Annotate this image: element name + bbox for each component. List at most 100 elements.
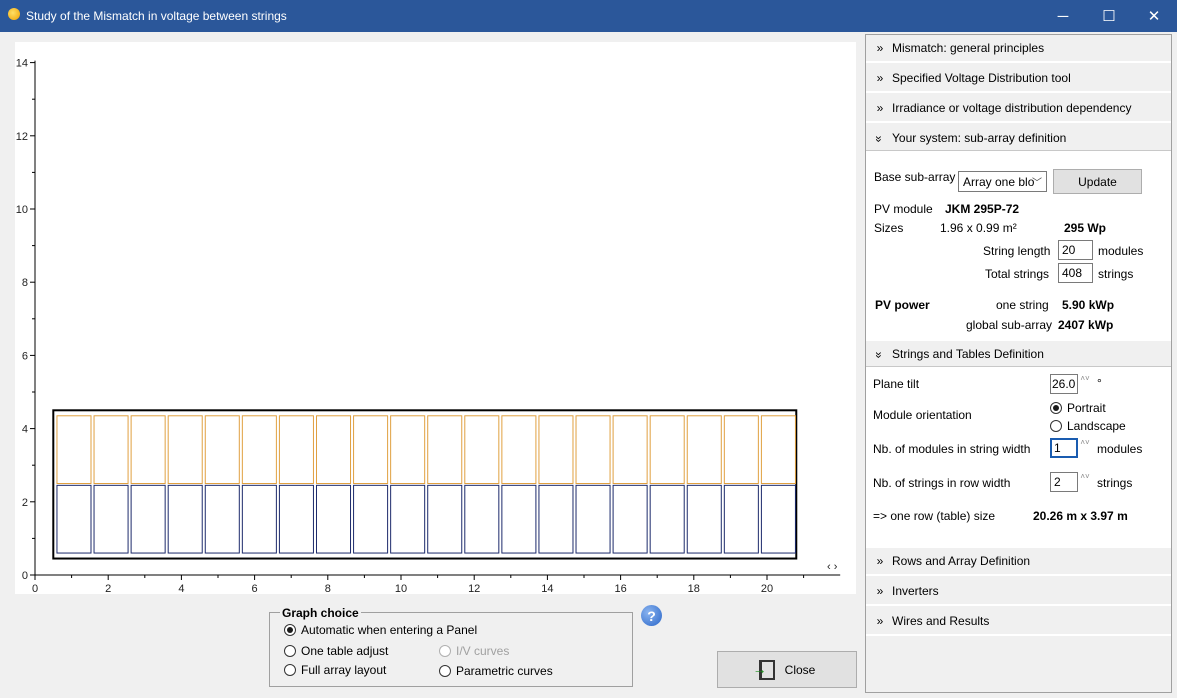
x-tick-label: 10 (395, 583, 407, 594)
section-irradiance[interactable]: » Irradiance or voltage distribution dep… (866, 95, 1171, 123)
one-string-label: one string (996, 298, 1049, 312)
row-size-label: => one row (table) size (873, 509, 996, 523)
maximize-button[interactable]: ☐ (1086, 0, 1132, 32)
x-tick-label: 16 (614, 583, 626, 594)
pv-module-row-1 (204, 484, 240, 554)
pv-module-row-1 (353, 484, 389, 554)
x-tick-label: 6 (252, 583, 258, 594)
chevron-down-icon: » (872, 135, 886, 141)
close-window-button[interactable]: ✕ (1131, 0, 1177, 32)
section-your-system[interactable]: » Your system: sub-array definition (866, 125, 1171, 153)
strings-row-stepper[interactable]: ˄˅ (1080, 472, 1090, 492)
radio-dot[interactable] (284, 664, 296, 676)
radio-dot[interactable] (1050, 402, 1062, 414)
pv-module-row-1 (575, 484, 611, 554)
pv-module-row-1 (167, 484, 203, 554)
radio-dot[interactable] (284, 624, 296, 636)
radio-landscape[interactable]: Landscape (1050, 419, 1126, 433)
update-button[interactable]: Update (1053, 169, 1142, 194)
chevron-right-icon: » (876, 101, 884, 115)
your-system-panel: Base sub-array Array one blo ﹀ Update PV… (866, 150, 1171, 341)
radio-label: Full array layout (301, 663, 387, 677)
title-bar: Study of the Mismatch in voltage between… (0, 0, 1177, 32)
pv-module-row-2 (612, 415, 648, 485)
radio-dot[interactable] (1050, 420, 1062, 432)
y-tick-label: 14 (16, 58, 28, 70)
plane-tilt-field[interactable]: 26.0 (1050, 374, 1078, 394)
radio-label: One table adjust (301, 644, 389, 658)
section-voltage-tool[interactable]: » Specified Voltage Distribution tool (866, 65, 1171, 93)
section-rows-array[interactable]: » Rows and Array Definition (866, 548, 1171, 576)
chevron-right-icon: » (876, 584, 884, 598)
pv-module-row-1 (612, 484, 648, 554)
close-button[interactable]: Close (717, 651, 857, 688)
total-strings-label: Total strings (985, 267, 1050, 281)
string-length-label: String length (983, 244, 1051, 258)
pv-module-row-1 (723, 484, 759, 554)
global-subarray-label: global sub-array (966, 318, 1053, 332)
window-title: Study of the Mismatch in voltage between… (26, 9, 287, 23)
pv-module-row-1 (315, 484, 352, 554)
pv-module-row-2 (575, 415, 611, 485)
x-tick-label: 14 (541, 583, 553, 594)
pv-module-row-1 (390, 484, 426, 554)
total-strings-field[interactable]: 408 (1058, 263, 1093, 283)
pv-power-label: PV power (875, 298, 930, 312)
section-wires-results[interactable]: » Wires and Results (866, 608, 1171, 636)
modules-width-field[interactable]: 1 (1050, 438, 1078, 458)
section-inverters[interactable]: » Inverters (866, 578, 1171, 606)
radio-label: Automatic when entering a Panel (301, 623, 478, 637)
radio-dot[interactable] (284, 645, 296, 657)
section-title: Mismatch: general principles (892, 41, 1045, 55)
plane-tilt-stepper[interactable]: ˄˅ (1080, 374, 1090, 394)
pv-module-row-2 (56, 415, 92, 485)
radio-one-table[interactable]: One table adjust (284, 644, 388, 658)
layout-plot: 0 2 4 6 8 10 12 14 0 2 4 6 8 10 12 14 16 18 20 ‹ › (15, 42, 856, 594)
modules-width-label: Nb. of modules in string width (873, 442, 1031, 456)
pv-module-row-2 (204, 415, 240, 485)
x-tick-label: 8 (325, 583, 331, 594)
radio-full-array[interactable]: Full array layout (284, 663, 386, 677)
section-strings-tables[interactable]: » Strings and Tables Definition (866, 341, 1171, 369)
one-string-value: 5.90 kWp (1062, 298, 1115, 312)
section-title: Rows and Array Definition (892, 554, 1031, 568)
section-mismatch-principles[interactable]: » Mismatch: general principles (866, 35, 1171, 63)
radio-iv-curves: I/V curves (439, 644, 509, 658)
radio-label: Portrait (1067, 401, 1106, 415)
module-power-value: 295 Wp (1064, 221, 1107, 235)
pv-module-row-2 (723, 415, 759, 485)
chevron-down-icon: » (872, 351, 886, 357)
y-tick-label: 10 (16, 204, 28, 216)
section-title: Irradiance or voltage distribution depen… (892, 101, 1132, 115)
pv-module-row-1 (464, 484, 500, 554)
minimize-button[interactable]: ─ (1040, 0, 1086, 32)
radio-portrait[interactable]: Portrait (1050, 401, 1106, 415)
base-subarray-label: Base sub-array (874, 170, 956, 184)
y-tick-label: 12 (16, 131, 28, 143)
radio-parametric[interactable]: Parametric curves (439, 664, 553, 678)
pv-module-row-2 (427, 415, 463, 485)
chevron-down-icon: ﹀ (1032, 178, 1042, 189)
pv-module-row-1 (538, 484, 574, 554)
y-tick-label: 0 (22, 570, 28, 582)
pv-module-value: JKM 295P-72 (945, 202, 1020, 216)
radio-dot[interactable] (439, 665, 451, 677)
total-strings-unit: strings (1098, 267, 1134, 281)
section-title: Strings and Tables Definition (892, 347, 1044, 361)
strings-row-field[interactable]: 2 (1050, 472, 1078, 492)
string-length-unit: modules (1098, 244, 1144, 258)
string-length-field[interactable]: 20 (1058, 240, 1093, 260)
pv-module-label: PV module (874, 202, 933, 216)
pv-module-row-1 (56, 484, 92, 554)
radio-automatic[interactable]: Automatic when entering a Panel (284, 623, 477, 637)
help-icon[interactable]: ? (641, 605, 662, 626)
section-title: Specified Voltage Distribution tool (892, 71, 1071, 85)
modules-width-unit: modules (1097, 442, 1143, 456)
plane-tilt-unit: ° (1097, 376, 1102, 390)
chevron-right-icon: » (876, 41, 884, 55)
radio-label: I/V curves (456, 644, 510, 658)
graph-choice-group: Graph choice Automatic when entering a P… (269, 606, 633, 687)
base-subarray-select[interactable]: Array one blo ﹀ (958, 171, 1047, 192)
modules-width-stepper[interactable]: ˄˅ (1080, 438, 1090, 458)
strings-tables-panel: Plane tilt 26.0 ˄˅ ° Module orientation … (866, 366, 1171, 548)
